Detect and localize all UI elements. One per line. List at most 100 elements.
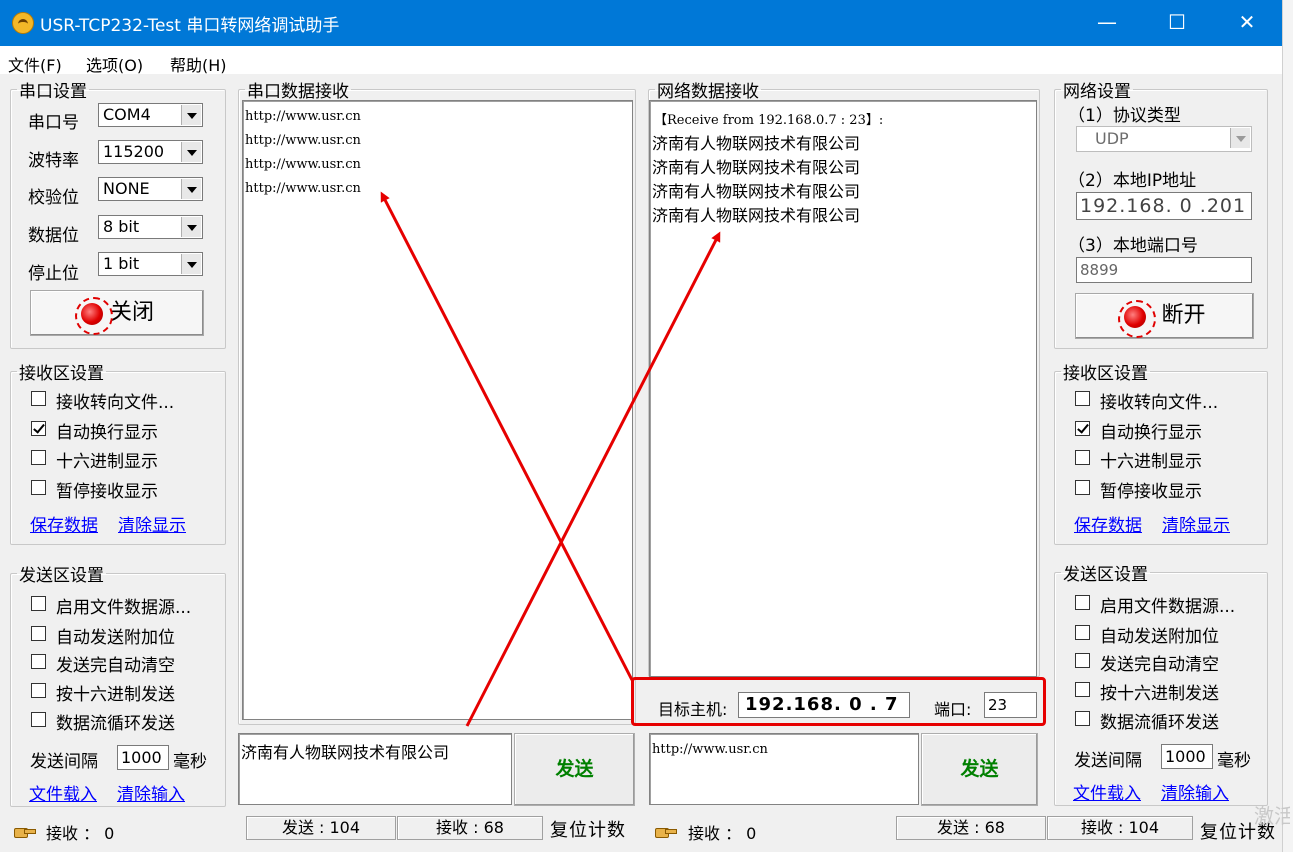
right-recv-settings-title: 接收区设置 <box>1063 364 1148 384</box>
left-clear-display-link[interactable]: 清除显示 <box>118 511 186 536</box>
right-interval-unit: 毫秒 <box>1217 751 1251 771</box>
net-send-button[interactable]: 发送 <box>921 733 1038 806</box>
left-interval-unit: 毫秒 <box>173 752 207 772</box>
serial-recv-line: http://www.usr.cn <box>245 157 361 172</box>
net-recv-line: 济南有人物联网技术有限公司 <box>652 134 861 153</box>
left-interval-input[interactable]: 1000 <box>117 745 169 770</box>
right-pause-display-checkbox[interactable] <box>1075 480 1090 495</box>
port-select[interactable]: COM4 <box>98 103 203 127</box>
baud-select[interactable]: 115200 <box>98 140 203 164</box>
right-auto-wrap-checkbox[interactable] <box>1075 421 1090 436</box>
net-recv-line: 济南有人物联网技术有限公司 <box>652 158 861 177</box>
local-port-label: （3）本地端口号 <box>1068 236 1198 256</box>
stopbits-value: 1 bit <box>103 254 140 273</box>
right-loop-send-checkbox[interactable] <box>1075 711 1090 726</box>
left-send-settings-title: 发送区设置 <box>19 566 104 586</box>
databits-label: 数据位 <box>28 226 79 246</box>
right-hex-display-checkbox[interactable] <box>1075 450 1090 465</box>
left-reset-count-button[interactable]: 复位计数 <box>550 816 626 842</box>
left-file-source-label: 启用文件数据源... <box>56 598 192 618</box>
right-recv-to-file-label: 接收转向文件... <box>1100 393 1219 413</box>
serial-close-label: 关闭 <box>109 300 154 325</box>
menu-file[interactable]: 文件(F) <box>8 52 62 76</box>
left-pause-display-checkbox[interactable] <box>31 480 46 495</box>
right-interval-label: 发送间隔 <box>1074 751 1142 771</box>
minimize-button[interactable]: — <box>1072 0 1142 46</box>
serial-recv-line: http://www.usr.cn <box>245 109 361 124</box>
local-ip-input[interactable]: 192.168. 0 .201 <box>1076 192 1252 220</box>
net-recv-title: 网络数据接收 <box>657 82 759 102</box>
databits-select[interactable]: 8 bit <box>98 215 203 239</box>
right-hex-send-checkbox[interactable] <box>1075 682 1090 697</box>
right-append-bits-label: 自动发送附加位 <box>1100 627 1219 647</box>
proto-select[interactable]: UDP <box>1076 126 1252 152</box>
port-value: COM4 <box>103 105 151 124</box>
right-auto-clear-checkbox[interactable] <box>1075 653 1090 668</box>
client-area: 串口设置 串口号 COM4 波特率 115200 校验位 NONE 数据位 8 … <box>0 74 1282 852</box>
left-status-recv: 接收 ： 0 <box>46 824 115 843</box>
net-recv-line: 济南有人物联网技术有限公司 <box>652 206 861 225</box>
parity-value: NONE <box>103 179 150 198</box>
net-send-textarea[interactable]: http://www.usr.cn <box>649 733 919 805</box>
right-hex-send-label: 按十六进制发送 <box>1100 684 1219 704</box>
left-hex-display-label: 十六进制显示 <box>56 452 158 472</box>
left-save-data-link[interactable]: 保存数据 <box>30 511 98 536</box>
right-interval-input[interactable]: 1000 <box>1161 744 1213 769</box>
left-status-sent: 发送 : 104 <box>246 816 396 840</box>
menu-help[interactable]: 帮助(H) <box>170 52 227 76</box>
left-status-received: 接收 : 68 <box>397 816 543 840</box>
right-status-recv: 接收 ： 0 <box>688 824 757 843</box>
right-send-settings-title: 发送区设置 <box>1063 565 1148 585</box>
serial-recv-textarea[interactable]: http://www.usr.cn http://www.usr.cn http… <box>242 100 633 720</box>
baud-label: 波特率 <box>28 151 79 171</box>
left-recv-to-file-checkbox[interactable] <box>31 391 46 406</box>
left-file-source-checkbox[interactable] <box>31 596 46 611</box>
net-recv-textarea[interactable]: 【Receive from 192.168.0.7 : 23】: 济南有人物联网… <box>649 100 1037 677</box>
serial-send-button[interactable]: 发送 <box>514 733 635 806</box>
parity-select[interactable]: NONE <box>98 177 203 201</box>
serial-recv-title: 串口数据接收 <box>247 82 349 102</box>
net-recv-line: 济南有人物联网技术有限公司 <box>652 182 861 201</box>
net-recv-header: 【Receive from 192.168.0.7 : 23】: <box>654 113 884 128</box>
right-auto-wrap-label: 自动换行显示 <box>1100 423 1202 443</box>
right-clear-display-link[interactable]: 清除显示 <box>1162 511 1230 536</box>
serial-send-textarea[interactable]: 济南有人物联网技术有限公司 <box>238 733 512 805</box>
serial-recv-line: http://www.usr.cn <box>245 133 361 148</box>
right-save-data-link[interactable]: 保存数据 <box>1074 511 1142 536</box>
close-button[interactable]: ✕ <box>1212 0 1282 46</box>
left-hex-send-checkbox[interactable] <box>31 683 46 698</box>
status-led-icon <box>1118 300 1156 338</box>
net-disconnect-button[interactable]: 断开 <box>1075 293 1254 339</box>
right-file-source-checkbox[interactable] <box>1075 595 1090 610</box>
chevron-down-icon <box>181 179 201 199</box>
menu-bar: 文件(F) 选项(O) 帮助(H) <box>0 46 1282 76</box>
left-loop-send-checkbox[interactable] <box>31 712 46 727</box>
window-title: USR-TCP232-Test 串口转网络调试助手 <box>40 16 340 36</box>
right-clear-input-link[interactable]: 清除输入 <box>1161 779 1229 804</box>
right-pause-display-label: 暂停接收显示 <box>1100 482 1202 502</box>
chevron-down-icon <box>1230 128 1250 148</box>
right-recv-to-file-checkbox[interactable] <box>1075 391 1090 406</box>
hand-pointer-icon <box>14 824 36 838</box>
menu-options[interactable]: 选项(O) <box>86 52 143 76</box>
serial-close-button[interactable]: 关闭 <box>30 290 204 336</box>
local-port-input[interactable]: 8899 <box>1076 257 1252 283</box>
right-append-bits-checkbox[interactable] <box>1075 625 1090 640</box>
net-settings-title: 网络设置 <box>1063 82 1131 102</box>
left-file-load-link[interactable]: 文件载入 <box>29 780 97 805</box>
right-status-received: 接收 : 104 <box>1047 816 1193 840</box>
right-file-load-link[interactable]: 文件载入 <box>1073 779 1141 804</box>
chevron-down-icon <box>181 254 201 274</box>
left-hex-display-checkbox[interactable] <box>31 450 46 465</box>
left-auto-wrap-checkbox[interactable] <box>31 421 46 436</box>
title-bar[interactable]: USR-TCP232-Test 串口转网络调试助手 — ☐ ✕ <box>0 0 1282 46</box>
left-auto-clear-checkbox[interactable] <box>31 654 46 669</box>
right-auto-clear-label: 发送完自动清空 <box>1100 655 1219 675</box>
serial-send-text: 济南有人物联网技术有限公司 <box>241 743 450 762</box>
left-clear-input-link[interactable]: 清除输入 <box>117 780 185 805</box>
maximize-button[interactable]: ☐ <box>1142 0 1212 46</box>
stopbits-select[interactable]: 1 bit <box>98 252 203 276</box>
left-auto-clear-label: 发送完自动清空 <box>56 656 175 676</box>
right-status-sent: 发送 : 68 <box>896 816 1046 840</box>
left-append-bits-checkbox[interactable] <box>31 626 46 641</box>
